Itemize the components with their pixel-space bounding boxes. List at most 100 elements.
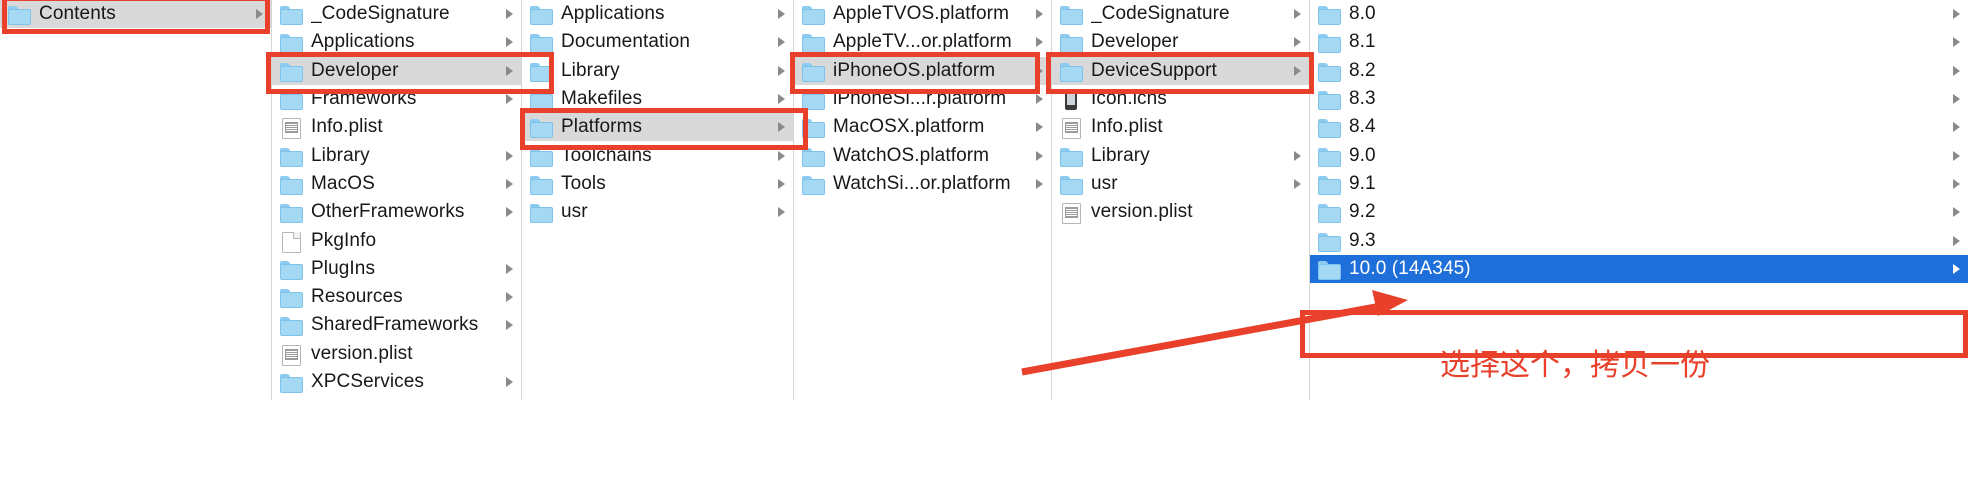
list-item[interactable]: Applications <box>272 28 521 56</box>
list-item-label: _CodeSignature <box>1091 3 1230 25</box>
chevron-right-icon <box>506 263 513 274</box>
folder-icon <box>530 147 553 167</box>
chevron-right-icon <box>506 150 513 161</box>
list-item-label: 9.0 <box>1349 144 1376 166</box>
list-item-label: Resources <box>311 286 403 308</box>
list-item-label: PkgInfo <box>311 229 377 251</box>
list-item-label: 8.2 <box>1349 59 1376 81</box>
folder-icon <box>530 203 553 224</box>
list-item[interactable]: WatchOS.platform <box>794 141 1051 169</box>
column-contents-children[interactable]: _CodeSignature Applications Developer Frame… <box>272 0 522 400</box>
list-item-label: 9.3 <box>1349 229 1376 251</box>
list-item[interactable]: version.plist <box>272 340 521 368</box>
list-item[interactable]: Frameworks <box>272 85 521 113</box>
column-platforms-children[interactable]: AppleTVOS.platform AppleTV...or.platform i… <box>794 0 1052 400</box>
list-item[interactable]: SharedFrameworks <box>272 311 521 339</box>
chevron-right-icon <box>1294 65 1301 76</box>
list-item[interactable]: Resources <box>272 283 521 311</box>
list-item[interactable]: Documentation <box>522 28 793 56</box>
list-item[interactable]: 8.1 <box>1310 28 1968 56</box>
list-item-label: version.plist <box>311 342 413 364</box>
list-item[interactable]: 8.3 <box>1310 85 1968 113</box>
plist-icon <box>280 118 302 140</box>
chevron-right-icon <box>506 9 513 20</box>
folder-icon <box>1318 90 1341 111</box>
list-item[interactable]: 8.2 <box>1310 57 1968 85</box>
list-item[interactable]: XPCServices <box>272 368 521 396</box>
chevron-right-icon <box>1036 9 1043 20</box>
list-item-label: Applications <box>311 31 415 53</box>
list-item-label: Documentation <box>561 31 691 53</box>
list-item-label: Applications <box>561 3 665 25</box>
list-item[interactable]: OtherFrameworks <box>272 198 521 226</box>
list-item[interactable]: Icon.icns <box>1052 85 1309 113</box>
list-item[interactable]: MacOSX.platform <box>794 113 1051 141</box>
list-item[interactable]: Library <box>1052 141 1309 169</box>
list-item-label: _CodeSignature <box>311 3 450 25</box>
chevron-right-icon <box>506 178 513 189</box>
column-developer-children[interactable]: Applications Documentation Library Makefile… <box>522 0 794 400</box>
chevron-right-icon <box>1953 207 1960 218</box>
folder-icon <box>280 288 303 309</box>
list-item[interactable]: 8.0 <box>1310 0 1968 28</box>
list-item[interactable]: version.plist <box>1052 198 1309 226</box>
list-item[interactable]: Library <box>272 141 521 169</box>
list-item-label: Library <box>1091 144 1150 166</box>
list-item[interactable]: usr <box>522 198 793 226</box>
list-item[interactable]: WatchSi...or.platform <box>794 170 1051 198</box>
list-item[interactable]: 9.3 <box>1310 226 1968 254</box>
list-item[interactable]: PkgInfo <box>272 226 521 254</box>
chevron-right-icon <box>506 377 513 387</box>
chevron-right-icon <box>1036 178 1043 189</box>
column-contents[interactable]: Contents <box>0 0 272 400</box>
folder-icon <box>530 90 553 111</box>
list-item[interactable]: PlugIns <box>272 255 521 283</box>
chevron-right-icon <box>1036 94 1043 105</box>
list-item[interactable]: AppleTVOS.platform <box>794 0 1051 28</box>
folder-icon <box>802 62 825 82</box>
folder-icon <box>1060 175 1083 195</box>
folder-icon <box>1060 5 1083 26</box>
list-item-label: Developer <box>311 59 399 81</box>
chevron-right-icon <box>1294 178 1301 189</box>
chevron-right-icon <box>778 65 785 76</box>
list-item[interactable]: 8.4 <box>1310 113 1968 141</box>
folder-icon <box>280 5 303 26</box>
chevron-right-icon <box>506 320 513 331</box>
finder-column-view: Contents _CodeSignature Applications Devel… <box>0 0 1968 500</box>
list-item[interactable]: usr <box>1052 170 1309 198</box>
folder-icon <box>1318 33 1341 54</box>
folder-icon <box>1318 5 1341 26</box>
list-item-label: XPCServices <box>311 371 425 392</box>
list-item[interactable]: DeviceSupport <box>1052 56 1309 85</box>
list-item[interactable]: Developer <box>1052 28 1309 56</box>
list-item-label: Tools <box>561 172 606 194</box>
list-item[interactable]: 9.2 <box>1310 198 1968 226</box>
list-item-label: OtherFrameworks <box>311 201 465 223</box>
list-item[interactable]: Platforms <box>522 113 793 142</box>
list-item-label: Info.plist <box>311 116 383 138</box>
list-item[interactable]: 10.0 (14A345) <box>1310 254 1968 283</box>
list-item[interactable]: Tools <box>522 170 793 198</box>
column-iphoneos-children[interactable]: _CodeSignature Developer DeviceSupport Icon… <box>1052 0 1310 400</box>
list-item-label: MacOSX.platform <box>833 116 985 138</box>
list-item[interactable]: iPhoneSi...r.platform <box>794 85 1051 113</box>
list-item[interactable]: 9.0 <box>1310 141 1968 169</box>
list-item[interactable]: iPhoneOS.platform <box>794 56 1051 85</box>
list-item[interactable]: MacOS <box>272 170 521 198</box>
chevron-right-icon <box>506 292 513 303</box>
list-item[interactable]: AppleTV...or.platform <box>794 28 1051 56</box>
list-item[interactable]: 9.1 <box>1310 170 1968 198</box>
list-item[interactable]: Applications <box>522 0 793 28</box>
chevron-right-icon <box>1953 9 1960 20</box>
list-item[interactable]: Contents <box>0 0 271 29</box>
list-item[interactable]: _CodeSignature <box>272 0 521 28</box>
list-item[interactable]: Developer <box>272 56 521 85</box>
list-item[interactable]: Info.plist <box>272 113 521 141</box>
list-item[interactable]: Info.plist <box>1052 113 1309 141</box>
list-item[interactable]: Library <box>522 57 793 85</box>
list-item[interactable]: Toolchains <box>522 141 793 169</box>
list-item[interactable]: Makefiles <box>522 85 793 113</box>
folder-icon <box>802 175 825 195</box>
list-item[interactable]: _CodeSignature <box>1052 0 1309 28</box>
